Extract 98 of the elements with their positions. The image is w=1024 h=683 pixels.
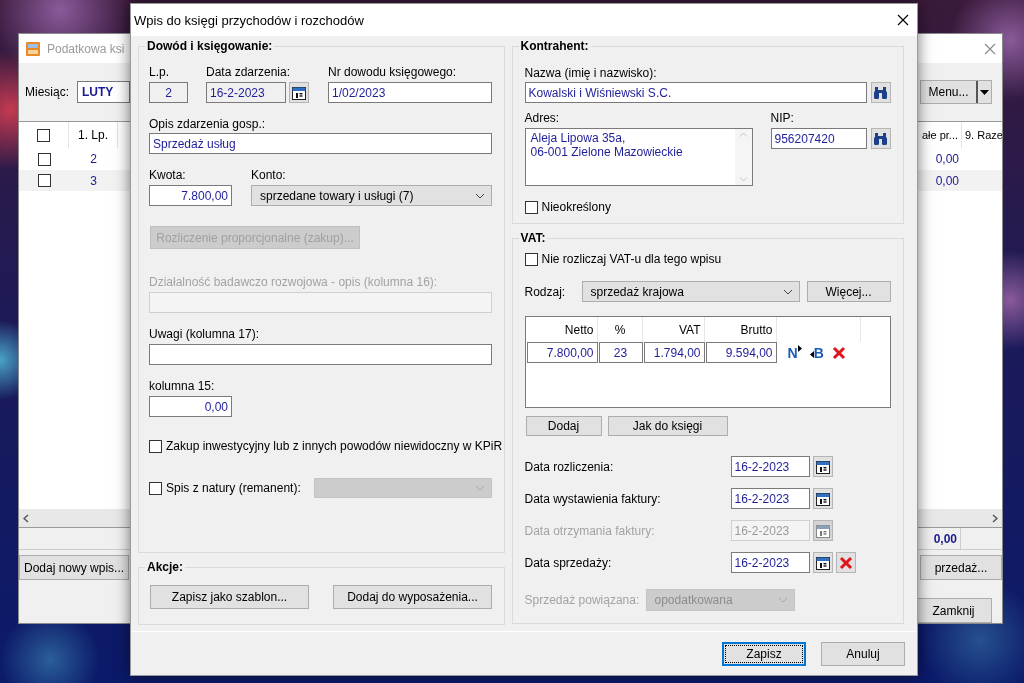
chevron-icon [782, 288, 793, 295]
table-cell-text: 3 [89, 172, 98, 190]
dialog-button[interactable]: Anuluj [821, 642, 905, 666]
month-combo[interactable]: LUTY [77, 81, 130, 103]
checkbox[interactable] [37, 152, 51, 166]
text-field[interactable]: 1/02/2023 [328, 82, 492, 103]
table-cell[interactable]: 9.594,00 [705, 342, 777, 363]
checkbox-label: Nie rozliczaj VAT-u dla tego wpisu [541, 252, 722, 266]
table-cell[interactable]: 1.794,00 [643, 342, 705, 363]
group-title: Dowód i księgowanie: [145, 39, 275, 53]
field-label: Adres: [524, 111, 561, 125]
field-label: Data wystawienia faktury: [524, 491, 662, 506]
field-label: Sprzedaż powiązana: [524, 593, 641, 607]
calendar-icon [815, 491, 830, 506]
field-label: L.p. [149, 65, 170, 79]
group-title: Kontrahent: [518, 39, 591, 53]
field-label: Data sprzedaży: [524, 555, 613, 570]
chevron-icon [475, 192, 485, 199]
checkbox-label: Zakup inwestycyjny lub z innych powodów niewidoczny w KPiR [166, 439, 503, 453]
net-button[interactable]: N [787, 344, 802, 361]
date-field[interactable]: 16-2-2023 [730, 552, 810, 573]
field-label: Rodzaj: [524, 284, 567, 299]
vat-action-button[interactable]: Jak do księgi [607, 416, 728, 436]
menu-button[interactable]: Menu... [920, 80, 992, 104]
calendar-button[interactable] [812, 456, 833, 477]
dialog-button[interactable]: Zapisz [722, 642, 806, 666]
delete-icon [838, 555, 853, 570]
date-field[interactable]: 16-2-2023 [730, 488, 810, 509]
field-label: Nazwa (imię i nazwisko): [524, 66, 658, 80]
text-field[interactable]: 0,00 [149, 396, 232, 417]
checkbox[interactable] [149, 439, 162, 453]
text-field[interactable]: 956207420 [770, 128, 867, 149]
calendar-icon [815, 459, 830, 474]
checkbox-label: Spis z natury (remanent): [166, 481, 301, 495]
add-entry-button[interactable]: Dodaj nowy wpis... [19, 555, 129, 580]
text-field[interactable]: 7.800,00 [149, 185, 232, 206]
group-title: Akcje: [145, 560, 186, 574]
column-header: 9. Raze [964, 128, 1002, 143]
sale-button[interactable]: przedaż... [920, 555, 1002, 580]
calendar-button[interactable] [812, 552, 833, 573]
table-cell-text: 0,00 [934, 172, 960, 190]
checkbox[interactable] [37, 128, 50, 142]
search-button[interactable] [870, 128, 891, 149]
book-icon [25, 40, 41, 57]
field-label: NIP: [770, 111, 795, 125]
chevron-icon [474, 485, 485, 491]
table-cell[interactable]: 23 [598, 342, 643, 363]
calendar-icon [292, 85, 306, 100]
chevron-icon [777, 597, 788, 603]
vat-action-button[interactable]: Dodaj [525, 416, 602, 436]
table-cell[interactable]: 7.800,00 [526, 342, 598, 363]
text-field[interactable]: Kowalski i Wiśniewski S.C. [524, 82, 867, 103]
close-icon[interactable] [897, 14, 909, 26]
date-field[interactable]: 16-2-2023 [206, 82, 286, 103]
close-button[interactable]: Zamknij [915, 598, 992, 623]
delete-icon [831, 345, 846, 360]
table-cell-text: 2 [89, 151, 98, 168]
checkbox[interactable] [149, 481, 162, 495]
date-field[interactable]: 16-2-2023 [730, 456, 810, 477]
window-title: Wpis do księgi przychodów i rozchodów [134, 12, 364, 28]
calendar-icon [815, 523, 830, 538]
table-cell-text: 0,00 [934, 151, 960, 168]
calendar-icon [815, 555, 830, 570]
field-label: Data otrzymania faktury: [524, 523, 656, 538]
account-select[interactable]: sprzedane towary i usługi (7) [251, 185, 492, 206]
checkbox[interactable] [524, 252, 538, 266]
field-label: Data rozliczenia: [524, 459, 615, 474]
dropdown-icon [980, 89, 989, 95]
field-label: kolumna 15: [149, 379, 216, 393]
action-button[interactable]: Zapisz jako szablon... [150, 585, 309, 609]
search-button[interactable] [870, 82, 891, 103]
calendar-button[interactable] [812, 488, 833, 509]
clear-button[interactable] [835, 552, 856, 573]
field-label: Konto: [251, 168, 287, 182]
vat-type-select[interactable]: sprzedaż krajowa [581, 281, 800, 302]
field-label: Działalność badawczo rozwojowa - opis (kolumna 16): [149, 275, 439, 289]
binoculars-icon [873, 86, 888, 99]
checkbox-label: Nieokreślony [541, 200, 611, 214]
month-label: Miesiąc: [25, 85, 69, 99]
field-label: Uwagi (kolumna 17): [149, 327, 261, 341]
scroll-right-icon[interactable] [992, 513, 998, 523]
calendar-button[interactable] [289, 82, 309, 103]
field-label: Opis zdarzenia gosp.: [149, 117, 267, 131]
text-field[interactable]: Sprzedaż usług [149, 133, 492, 154]
text-field[interactable] [149, 344, 492, 365]
field-label: Data zdarzenia: [206, 65, 292, 79]
binoculars-icon [873, 132, 888, 145]
checkbox[interactable] [524, 200, 538, 214]
group-title: VAT: [518, 231, 548, 245]
gross-button[interactable]: B [809, 344, 824, 361]
checkbox[interactable] [37, 174, 51, 187]
field-label: Nr dowodu księgowego: [328, 65, 458, 79]
more-button[interactable]: Więcej... [806, 281, 891, 302]
scroll-left-icon[interactable] [23, 513, 29, 523]
window-title: Podatkowa ksi [47, 41, 125, 56]
field-label: Kwota: [149, 168, 187, 182]
action-button[interactable]: Dodaj do wyposażenia... [333, 585, 492, 609]
text-field[interactable]: 2 [149, 82, 188, 103]
